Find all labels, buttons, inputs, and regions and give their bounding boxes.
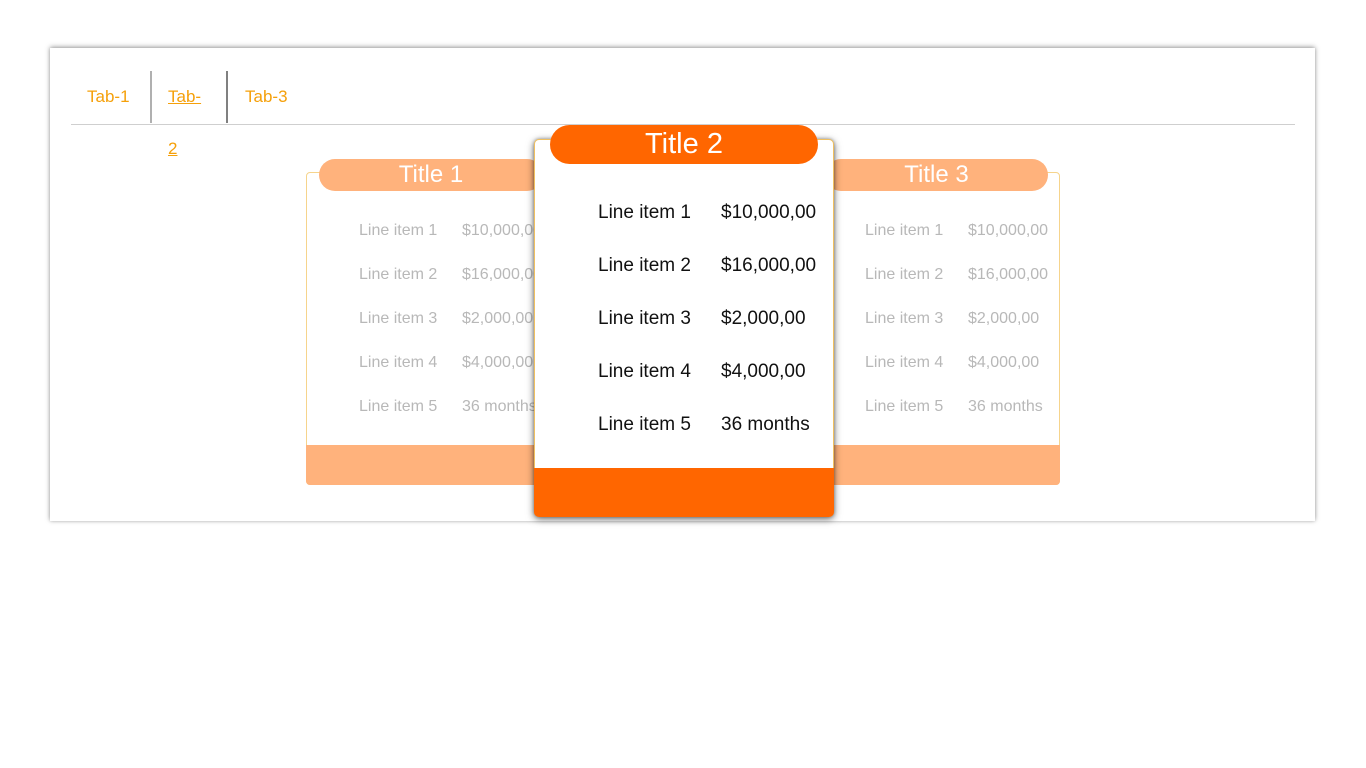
line-item-label: Line item 1 (865, 222, 944, 239)
pricing-card-3[interactable]: Title 3 Line item 1 $10,000,00 Line item… (824, 159, 1060, 485)
line-item-value: $4,000,00 (968, 354, 1040, 371)
line-item-label: Line item 3 (359, 310, 438, 327)
card-items: Line item 1 $10,000,00 Line item 2 $16,0… (825, 219, 1059, 439)
line-item-label: Line item 2 (359, 266, 438, 283)
card-items: Line item 1 $10,000,00 Line item 2 $16,0… (535, 199, 833, 464)
card-title: Title 2 (550, 125, 818, 164)
line-item-label: Line item 5 (865, 398, 944, 415)
tab-1[interactable]: Tab-1 (71, 71, 150, 123)
card-footer (306, 445, 542, 485)
line-item: Line item 3 $2,000,00 (535, 305, 833, 358)
card-title: Title 1 (319, 159, 543, 191)
line-item: Line item 2 $16,000,00 (535, 252, 833, 305)
card-footer (824, 445, 1060, 485)
pricing-card-1[interactable]: Title 1 Line item 1 $10,000,00 Line item… (306, 159, 543, 485)
line-item-label: Line item 4 (598, 361, 691, 382)
line-item: Line item 1 $10,000,00 (825, 219, 1059, 263)
line-item-label: Line item 5 (598, 414, 691, 435)
line-item-label: Line item 3 (598, 308, 691, 329)
line-item-value: $10,000,00 (721, 202, 817, 223)
line-item-label: Line item 5 (359, 398, 438, 415)
line-item-label: Line item 4 (865, 354, 944, 371)
line-item-value: $4,000,00 (462, 354, 534, 371)
line-item: Line item 3 $2,000,00 (307, 307, 541, 351)
line-item-label: Line item 3 (865, 310, 944, 327)
line-item: Line item 1 $10,000,00 (535, 199, 833, 252)
card-footer (534, 468, 834, 517)
tab-3[interactable]: Tab-3 (228, 71, 308, 123)
line-item-value: $10,000,00 (462, 222, 543, 239)
line-item-value: $16,000,00 (968, 266, 1049, 283)
line-item: Line item 1 $10,000,00 (307, 219, 543, 263)
line-item: Line item 3 $2,000,00 (825, 307, 1059, 351)
line-item-label: Line item 1 (598, 202, 691, 223)
line-item-label: Line item 4 (359, 354, 438, 371)
tab-bar: Tab-1 Tab-2 Tab-3 (71, 71, 1295, 158)
line-item: Line item 4 $4,000,00 (825, 351, 1059, 395)
tab-2[interactable]: Tab-2 (150, 71, 228, 158)
line-item: Line item 5 36 months (825, 395, 1059, 439)
line-item: Line item 2 $16,000,00 (825, 263, 1059, 307)
line-item-value: $10,000,00 (968, 222, 1049, 239)
line-item-label: Line item 2 (865, 266, 944, 283)
line-item-value: 36 months (721, 414, 810, 435)
line-item: Line item 4 $4,000,00 (307, 351, 541, 395)
line-item-value: $2,000,00 (721, 308, 806, 329)
line-item-value: $16,000,00 (462, 266, 543, 283)
line-item-value: $2,000,00 (462, 310, 534, 327)
line-item-value: $2,000,00 (968, 310, 1040, 327)
line-item: Line item 5 36 months (535, 411, 833, 464)
line-item-value: 36 months (462, 398, 537, 415)
line-item-value: $16,000,00 (721, 255, 817, 276)
line-item-value: 36 months (968, 398, 1043, 415)
line-item: Line item 5 36 months (307, 395, 541, 439)
line-item-value: $4,000,00 (721, 361, 806, 382)
line-item-label: Line item 1 (359, 222, 438, 239)
line-item: Line item 4 $4,000,00 (535, 358, 833, 411)
line-item: Line item 2 $16,000,00 (307, 263, 543, 307)
card-title: Title 3 (825, 159, 1048, 191)
card-items: Line item 1 $10,000,00 Line item 2 $16,0… (307, 219, 543, 439)
line-item-label: Line item 2 (598, 255, 691, 276)
pricing-card-2[interactable]: Title 2 Line item 1 $10,000,00 Line item… (534, 125, 834, 517)
